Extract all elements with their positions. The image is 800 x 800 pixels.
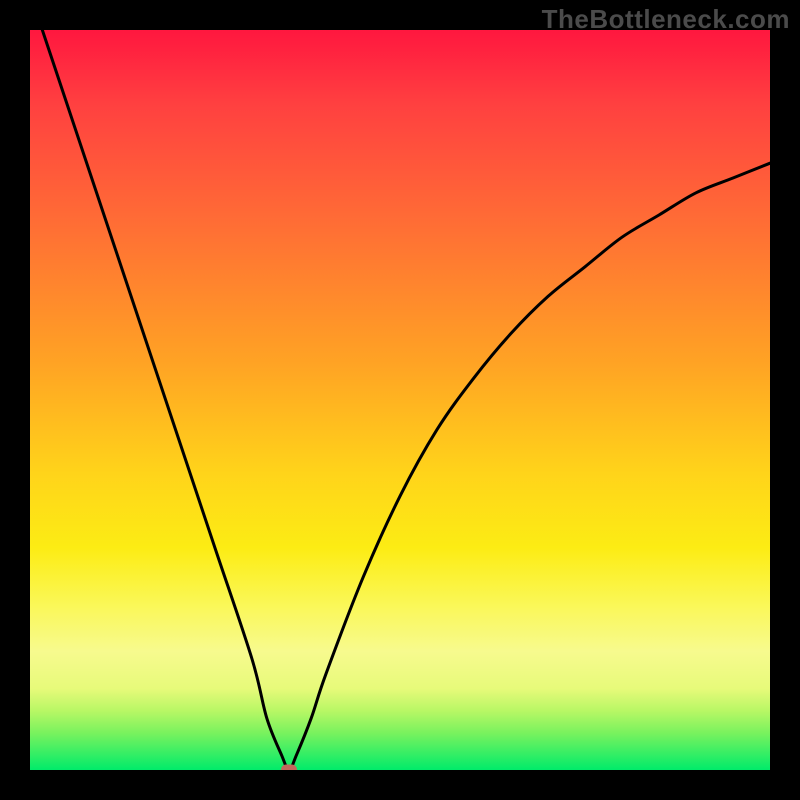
optimal-point-marker [281, 765, 297, 771]
bottleneck-curve [30, 30, 770, 770]
plot-area [30, 30, 770, 770]
curve-svg [30, 30, 770, 770]
watermark-text: TheBottleneck.com [542, 4, 790, 35]
chart-container: TheBottleneck.com [0, 0, 800, 800]
